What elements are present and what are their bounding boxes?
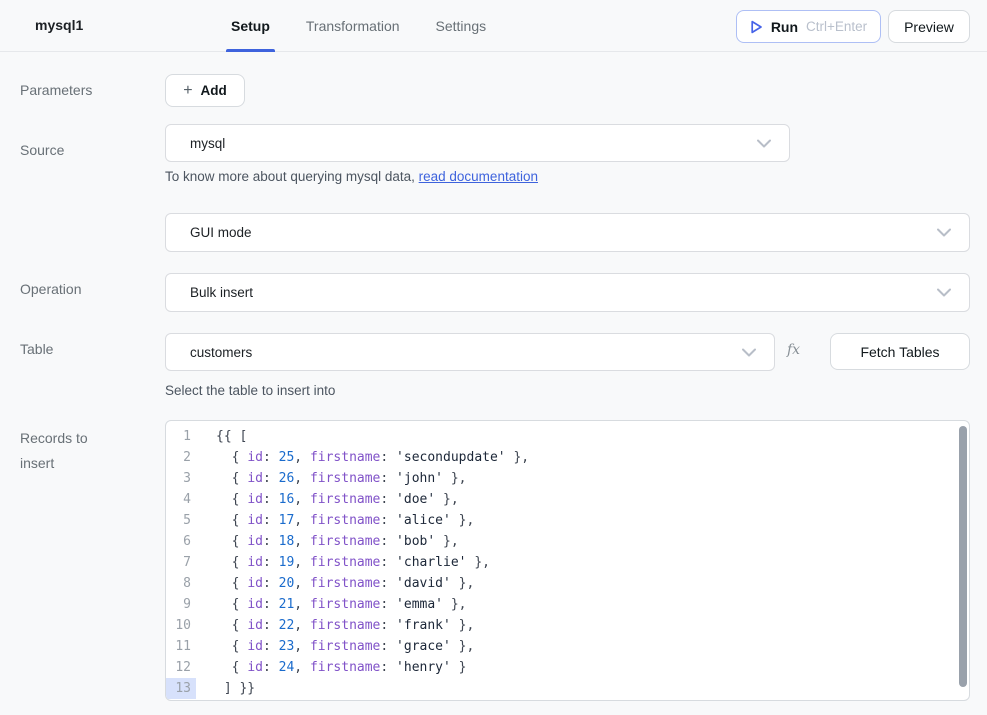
- code-text: { id: 17, firstname: 'alice' },: [196, 510, 474, 531]
- add-parameter-button[interactable]: + Add: [165, 74, 245, 107]
- line-number: 5: [166, 510, 196, 531]
- line-number: 4: [166, 489, 196, 510]
- code-line[interactable]: 3 { id: 26, firstname: 'john' },: [166, 468, 969, 489]
- code-line[interactable]: 10 { id: 22, firstname: 'frank' },: [166, 615, 969, 636]
- run-shortcut: Ctrl+Enter: [806, 19, 867, 34]
- records-code-editor[interactable]: 1{{ [2 { id: 25, firstname: 'secondupdat…: [165, 420, 970, 701]
- run-button[interactable]: Run Ctrl+Enter: [736, 10, 881, 43]
- code-text: { id: 18, firstname: 'bob' },: [196, 531, 459, 552]
- tab-setup[interactable]: Setup: [226, 0, 275, 52]
- table-select[interactable]: customers: [165, 333, 775, 371]
- run-label: Run: [771, 19, 798, 35]
- tab-bar: Setup Transformation Settings: [226, 0, 491, 52]
- source-helper-text: To know more about querying mysql data, …: [165, 169, 538, 184]
- query-header: mysql1 Setup Transformation Settings Run C…: [0, 0, 987, 52]
- code-text: { id: 20, firstname: 'david' },: [196, 573, 474, 594]
- table-value: customers: [190, 345, 742, 360]
- line-number: 8: [166, 573, 196, 594]
- code-line[interactable]: 12 { id: 24, firstname: 'henry' }: [166, 657, 969, 678]
- mode-value: GUI mode: [190, 225, 937, 240]
- chevron-down-icon: [937, 288, 951, 297]
- code-line[interactable]: 1{{ [: [166, 426, 969, 447]
- code-line[interactable]: 5 { id: 17, firstname: 'alice' },: [166, 510, 969, 531]
- fx-toggle-icon[interactable]: fx: [787, 342, 800, 358]
- code-text: { id: 16, firstname: 'doe' },: [196, 489, 459, 510]
- records-label: Records to insert: [20, 426, 115, 476]
- source-value: mysql: [190, 136, 757, 151]
- code-line[interactable]: 4 { id: 16, firstname: 'doe' },: [166, 489, 969, 510]
- line-number: 3: [166, 468, 196, 489]
- table-label: Table: [20, 337, 53, 362]
- plus-icon: +: [183, 83, 192, 99]
- tab-settings[interactable]: Settings: [431, 0, 492, 52]
- code-text: {{ [: [196, 426, 247, 447]
- line-number: 2: [166, 447, 196, 468]
- read-documentation-link[interactable]: read documentation: [419, 169, 538, 184]
- code-line[interactable]: 8 { id: 20, firstname: 'david' },: [166, 573, 969, 594]
- code-line[interactable]: 11 { id: 23, firstname: 'grace' },: [166, 636, 969, 657]
- code-text: { id: 23, firstname: 'grace' },: [196, 636, 474, 657]
- editor-scrollbar[interactable]: [959, 426, 967, 687]
- add-label: Add: [201, 83, 227, 98]
- code-line[interactable]: 13 ] }}: [166, 678, 969, 699]
- code-text: { id: 25, firstname: 'secondupdate' },: [196, 447, 529, 468]
- code-text: { id: 26, firstname: 'john' },: [196, 468, 467, 489]
- query-editor-panel: mysql1 SetupTransformationSettings Run C…: [0, 0, 987, 715]
- line-number: 13: [166, 678, 196, 699]
- line-number: 7: [166, 552, 196, 573]
- operation-value: Bulk insert: [190, 285, 937, 300]
- query-name[interactable]: mysql1: [35, 17, 83, 33]
- operation-select[interactable]: Bulk insert: [165, 273, 970, 312]
- code-text: { id: 19, firstname: 'charlie' },: [196, 552, 490, 573]
- line-number: 9: [166, 594, 196, 615]
- source-label: Source: [20, 138, 64, 163]
- code-line[interactable]: 6 { id: 18, firstname: 'bob' },: [166, 531, 969, 552]
- source-select[interactable]: mysql: [165, 124, 790, 162]
- header-actions: Run Ctrl+Enter Preview: [736, 10, 970, 43]
- chevron-down-icon: [937, 228, 951, 237]
- preview-button[interactable]: Preview: [888, 10, 970, 43]
- code-line[interactable]: 9 { id: 21, firstname: 'emma' },: [166, 594, 969, 615]
- tab-transformation[interactable]: Transformation: [301, 0, 405, 52]
- fetch-tables-button[interactable]: Fetch Tables: [830, 333, 970, 370]
- line-number: 11: [166, 636, 196, 657]
- play-icon: [750, 20, 763, 34]
- line-number: 6: [166, 531, 196, 552]
- mode-select[interactable]: GUI mode: [165, 213, 970, 252]
- code-line[interactable]: 2 { id: 25, firstname: 'secondupdate' },: [166, 447, 969, 468]
- source-helper-prefix: To know more about querying mysql data,: [165, 169, 419, 184]
- chevron-down-icon: [757, 139, 771, 148]
- line-number: 10: [166, 615, 196, 636]
- code-text: ] }}: [196, 678, 255, 699]
- table-helper-text: Select the table to insert into: [165, 383, 335, 398]
- line-number: 1: [166, 426, 196, 447]
- parameters-label: Parameters: [20, 78, 92, 103]
- code-lines: 1{{ [2 { id: 25, firstname: 'secondupdat…: [166, 421, 969, 700]
- code-text: { id: 22, firstname: 'frank' },: [196, 615, 474, 636]
- chevron-down-icon: [742, 348, 756, 357]
- operation-label: Operation: [20, 277, 81, 302]
- code-text: { id: 21, firstname: 'emma' },: [196, 594, 467, 615]
- line-number: 12: [166, 657, 196, 678]
- code-text: { id: 24, firstname: 'henry' }: [196, 657, 467, 678]
- code-line[interactable]: 7 { id: 19, firstname: 'charlie' },: [166, 552, 969, 573]
